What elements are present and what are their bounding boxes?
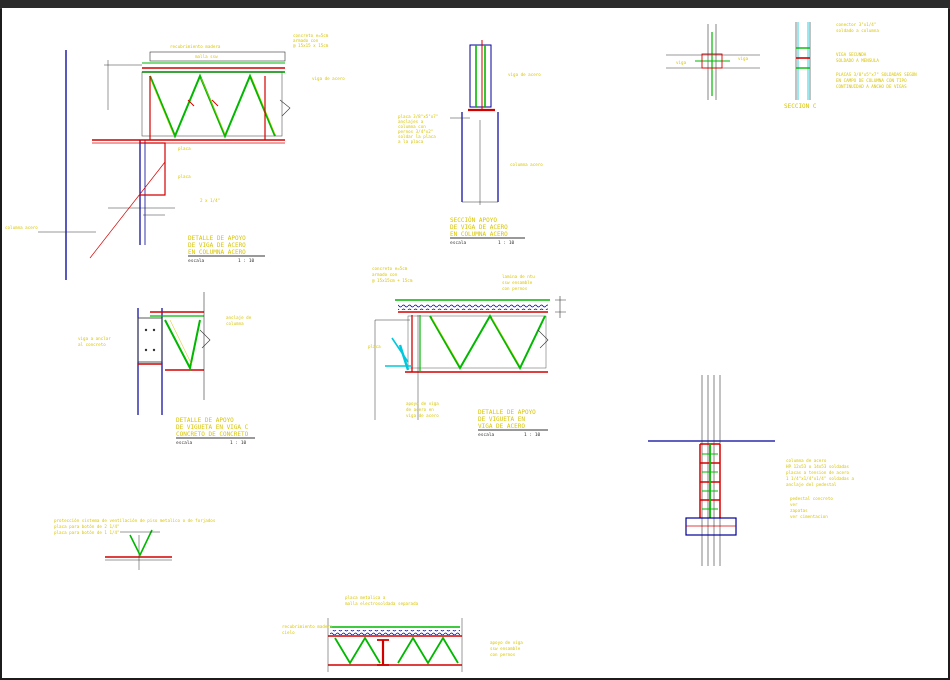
detail-title: VIGA DE ACERO <box>478 423 525 430</box>
label: lamina de ntu <box>502 274 535 279</box>
label: HP 12x53 o 14x53 soldadas <box>786 464 850 469</box>
detail-title: EN COLUMNA ACERO <box>188 249 246 256</box>
scale-value: 1 : 10 <box>238 258 255 264</box>
label: placas a tension de acero <box>786 470 850 475</box>
label: viga a anclar <box>78 336 111 341</box>
detail-small-connection <box>105 529 172 570</box>
detail-section-c <box>666 22 811 100</box>
detail-title: DETALLE DE APOYO <box>176 417 234 424</box>
scale-label: escala <box>450 240 467 246</box>
scale-value: 1 : 10 <box>230 440 247 446</box>
detail-title: DE VIGA DE ACERO <box>450 224 508 231</box>
label: cielo <box>282 630 295 635</box>
detail-beam-concrete <box>137 292 211 415</box>
label: 2 x 1/4" <box>200 198 220 203</box>
label: @ 15x15cm + 15cm <box>372 278 413 283</box>
label: PLACAS 3/8"x5"x7" SOLDADAS SEGÚN <box>836 72 917 77</box>
label: ver cimentacion <box>790 514 828 519</box>
label: placa para botón de 1 1/4" <box>54 530 120 535</box>
label: con pernos <box>502 286 528 291</box>
label: ssw ensamble <box>502 280 533 285</box>
label: ssw ensamble <box>490 646 521 651</box>
label: al concreto <box>78 342 106 347</box>
label: columna <box>226 321 244 326</box>
detail-title: DETALLE DE APOYO <box>188 235 246 242</box>
label: anclaje del pedestal <box>786 482 837 487</box>
label: columna acero <box>510 162 543 167</box>
detail-title: DE VIGA DE ACERO <box>188 242 246 249</box>
detail-title: DE VIGUETA EN VIGA C <box>176 424 249 431</box>
label: 1 1/4"x1/4"x1/4" soldadas a <box>786 476 855 481</box>
label: malla ssw <box>195 54 218 59</box>
label: ver <box>790 502 798 507</box>
label: apoyo de viga <box>490 640 523 645</box>
detail-titles: DETALLE DE APOYO DE VIGA DE ACERO EN COL… <box>176 217 548 446</box>
label: de acero en <box>406 407 434 412</box>
detail-title: CONCRETO DE CONCRETO <box>176 431 249 438</box>
scale-value: 1 : 10 <box>524 432 541 438</box>
label: @ 15x15 x 15cm <box>293 43 329 48</box>
label: columna de acero <box>786 458 827 463</box>
detail-title: EN COLUMNA ACERO <box>450 231 508 238</box>
label: placa <box>178 146 191 151</box>
label: EN CAMPO DE COLUMNA CON TIPO <box>836 78 907 83</box>
detail-slab-beam-bottom <box>327 618 463 672</box>
label: malla electrosoldada separada <box>345 601 419 606</box>
label: a la placa <box>398 139 424 144</box>
label: conector 3"x1/4" <box>836 22 876 27</box>
label: apoyo de viga <box>406 401 439 406</box>
detail-beam-column-steel <box>38 50 291 280</box>
label: zapatas <box>790 508 808 513</box>
label: recubrimiento madera <box>170 44 221 49</box>
label: placa para botón de 2 1/4" <box>54 524 120 529</box>
label: viga de acero <box>406 413 439 418</box>
cad-drawing-canvas[interactable]: recubrimiento madera malla ssw concreto … <box>0 0 950 680</box>
label: SOLDADO A MENSULA <box>836 58 879 63</box>
label: placa <box>368 344 381 349</box>
detail-section-beam-column <box>450 40 499 205</box>
label: pedestal concreto <box>790 496 833 501</box>
scale-label: escala <box>188 258 205 264</box>
label: concreto e=5cm <box>372 266 408 271</box>
detail-column-pedestal <box>648 375 775 566</box>
detail-title: DETALLE DE APOYO <box>478 409 536 416</box>
label: armado con <box>372 272 398 277</box>
label: con pernos <box>490 652 516 657</box>
label: recubrimiento madera <box>282 624 333 629</box>
detail-title: DE VIGUETA EN <box>478 416 525 423</box>
label: placa metalica a <box>345 595 386 600</box>
label: CONTINUIDAD A ANCHO DE VIGAS <box>836 84 907 89</box>
label: viga de acero <box>508 72 541 77</box>
scale-label: escala <box>478 432 495 438</box>
label: protección sistema de ventilación de pis… <box>54 518 216 523</box>
scale-label: escala <box>176 440 193 446</box>
detail-joist-steel-beam <box>374 296 566 420</box>
label: placa <box>178 174 191 179</box>
scale-value: 1 : 10 <box>498 240 515 246</box>
detail-title: SECCIÓN APOYO <box>450 217 497 224</box>
label: VIGA SECUNDA <box>836 52 867 57</box>
label: SECCION C <box>784 103 817 110</box>
label: viga <box>738 56 749 61</box>
label: columna acero <box>5 225 38 230</box>
label: viga <box>676 60 687 65</box>
label: soldado a columna <box>836 28 879 33</box>
label: viga de acero <box>312 76 345 81</box>
label: anclaje de <box>226 315 252 320</box>
